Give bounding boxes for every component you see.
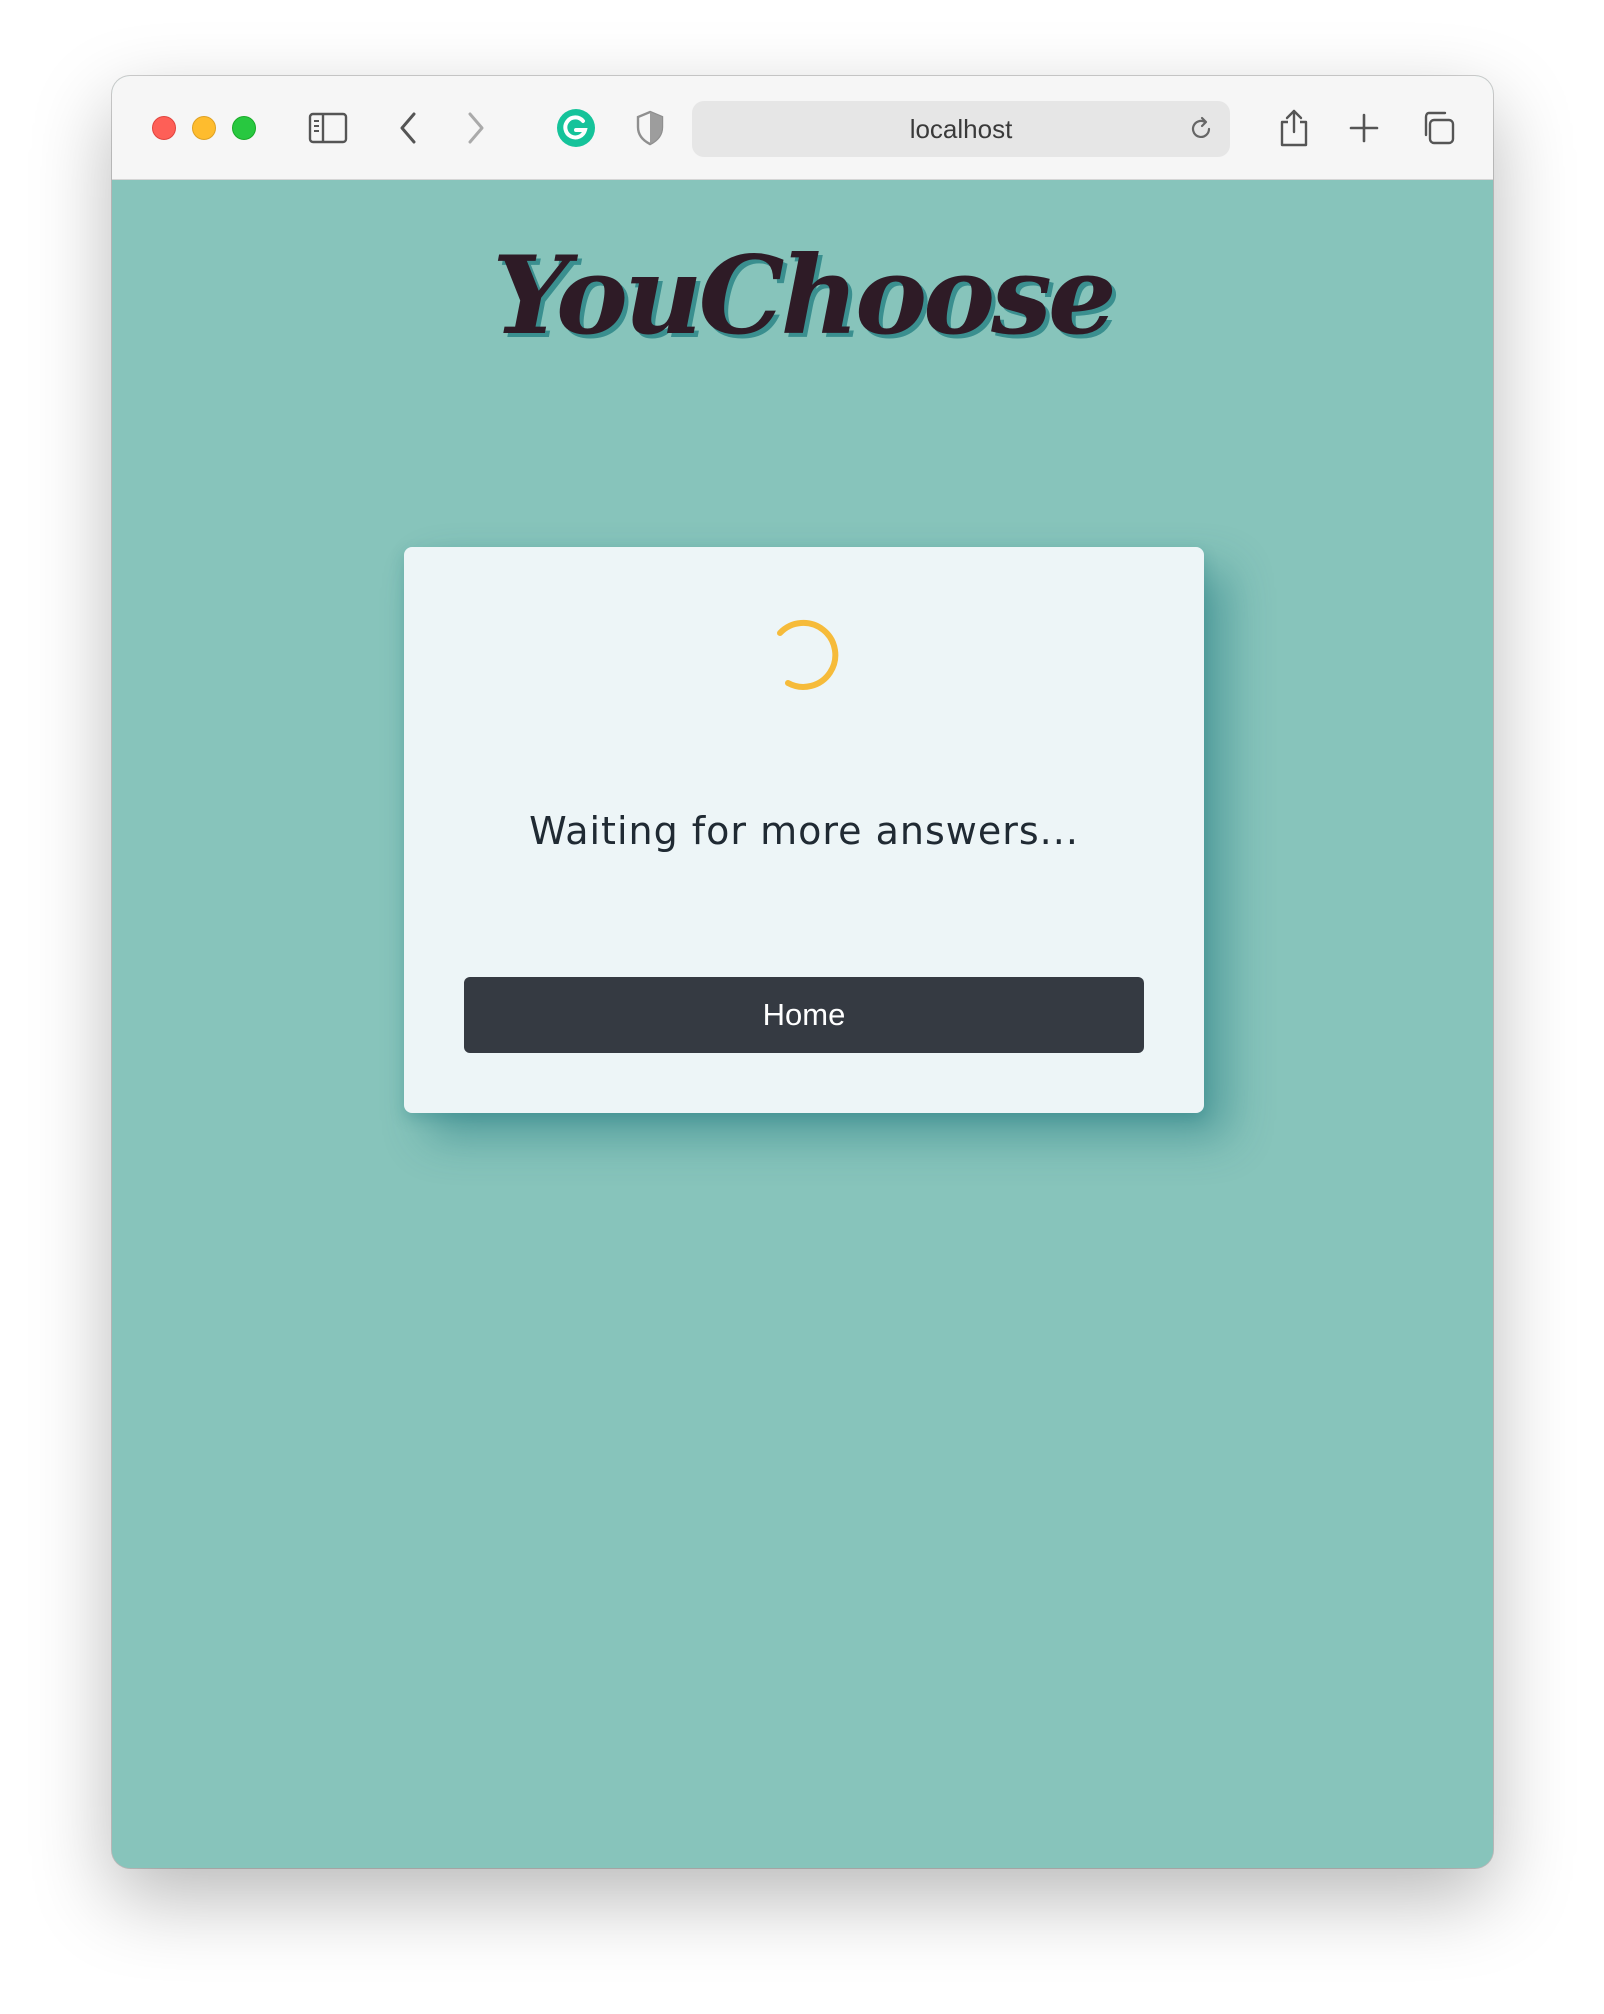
waiting-card: Waiting for more answers... Home (404, 547, 1204, 1113)
browser-toolbar: localhost (112, 76, 1493, 180)
maximize-window-button[interactable] (232, 116, 256, 140)
page-viewport: YouChoose Waiting for more answers... Ho… (112, 181, 1493, 1868)
shield-icon[interactable] (628, 106, 672, 150)
grammarly-icon[interactable] (554, 106, 598, 150)
sidebar-icon[interactable] (306, 106, 350, 150)
share-icon[interactable] (1272, 106, 1316, 150)
app-logo: YouChoose (492, 233, 1116, 359)
close-window-button[interactable] (152, 116, 176, 140)
plus-icon[interactable] (1342, 106, 1386, 150)
url-text: localhost (909, 113, 1013, 144)
tabs-overview-icon[interactable] (1416, 106, 1460, 150)
reload-icon[interactable] (1182, 110, 1220, 148)
waiting-status-text: Waiting for more answers... (529, 809, 1079, 853)
chevron-left-icon[interactable] (386, 106, 430, 150)
address-bar[interactable]: localhost (692, 101, 1230, 157)
home-button[interactable]: Home (464, 977, 1144, 1053)
minimize-window-button[interactable] (192, 116, 216, 140)
chevron-right-icon[interactable] (454, 106, 498, 150)
loading-spinner-icon (777, 619, 839, 690)
browser-window: localhost YouChoose Waiting for more ans… (112, 76, 1493, 1868)
